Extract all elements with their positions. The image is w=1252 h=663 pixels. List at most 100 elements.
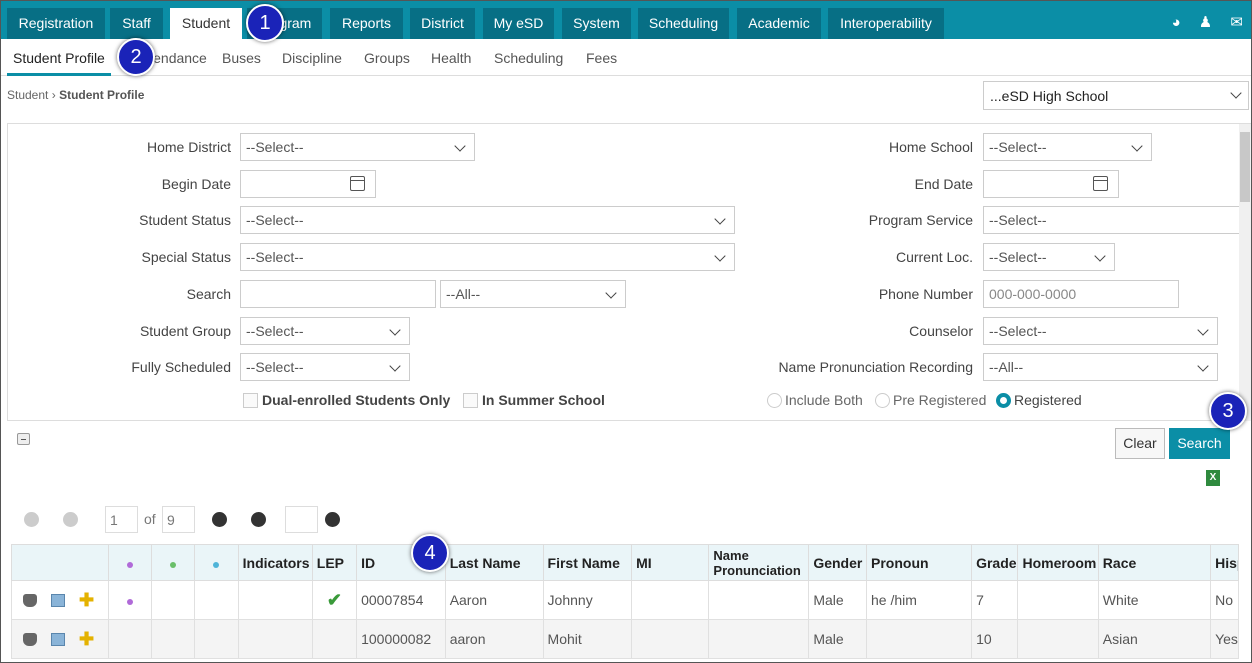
dual-enrolled-checkbox[interactable]: Dual-enrolled Students Only (243, 392, 450, 408)
column-header-race[interactable]: Race (1097, 544, 1212, 581)
add-icon[interactable]: ✚ (79, 629, 94, 650)
tab-system[interactable]: System (562, 8, 631, 39)
collapse-panel-icon[interactable] (17, 433, 30, 445)
radio-circle[interactable] (767, 393, 782, 408)
tab-registration[interactable]: Registration (7, 8, 105, 39)
cell-race: Asian (1097, 619, 1212, 659)
last-page-icon[interactable] (251, 512, 266, 527)
radio-circle[interactable] (875, 393, 890, 408)
page-number-input[interactable]: 1 (105, 506, 138, 533)
search-scope-value: --All-- (446, 286, 481, 302)
name-pronunciation-select[interactable]: --All-- (983, 353, 1218, 381)
callout-3: 3 (1209, 392, 1247, 430)
table-row[interactable]: ✚ 100000082 aaron Mohit Male 10 Asian Ye… (11, 619, 1239, 659)
column-header-last-name[interactable]: Last Name (444, 544, 544, 581)
radio-circle-selected[interactable] (996, 393, 1011, 408)
dual-enrolled-label: Dual-enrolled Students Only (262, 392, 451, 408)
student-group-value: --Select-- (246, 323, 304, 339)
fully-scheduled-select[interactable]: --Select-- (240, 353, 410, 381)
phone-number-input[interactable]: 000-000-0000 (983, 280, 1179, 308)
page-size-input[interactable] (285, 506, 318, 533)
go-page-icon[interactable] (325, 512, 340, 527)
column-header-dot-2[interactable] (151, 544, 196, 581)
subtab-scheduling[interactable]: Scheduling (494, 50, 563, 66)
radio-registered[interactable]: Registered (996, 392, 1082, 408)
clear-button[interactable]: Clear (1115, 428, 1165, 459)
radio-pre-registered[interactable]: Pre Registered (875, 392, 986, 408)
home-school-value: --Select-- (989, 139, 1047, 155)
tab-interoperability[interactable]: Interoperability (828, 8, 944, 39)
column-header-gender[interactable]: Gender (808, 544, 868, 581)
end-date-field[interactable] (983, 170, 1119, 198)
next-page-icon[interactable] (212, 512, 227, 527)
special-status-select[interactable]: --Select-- (240, 243, 735, 271)
counselor-select[interactable]: --Select-- (983, 317, 1218, 345)
column-header-mi[interactable]: MI (631, 544, 710, 581)
column-header-hispanic[interactable]: Hisp (1210, 544, 1239, 581)
dashboard-icon[interactable]: ◕ (1172, 14, 1181, 31)
current-loc-select[interactable]: --Select-- (983, 243, 1115, 271)
excel-export-icon[interactable]: X (1206, 470, 1220, 486)
student-results-table: Indicators LEP ID Last Name First Name M… (11, 544, 1239, 659)
subtab-health[interactable]: Health (431, 50, 471, 66)
calendar-schedule-icon[interactable] (51, 593, 65, 607)
previous-page-icon[interactable] (63, 512, 78, 527)
checkbox-box[interactable] (463, 393, 478, 408)
column-header-indicators[interactable]: Indicators (237, 544, 313, 581)
column-header-actions (11, 544, 109, 581)
column-header-grade[interactable]: Grade (971, 544, 1019, 581)
table-row[interactable]: ✚ ✔ 00007854 Aaron Johnny Male he /him 7… (11, 580, 1239, 620)
search-button[interactable]: Search (1169, 428, 1230, 459)
search-scope-select[interactable]: --All-- (440, 280, 626, 308)
subtab-buses[interactable]: Buses (222, 50, 261, 66)
calendar-icon[interactable] (350, 176, 365, 191)
calendar-schedule-icon[interactable] (51, 632, 65, 646)
cell-gender: Male (808, 619, 868, 659)
tab-staff[interactable]: Staff (110, 8, 163, 39)
chevron-down-icon (1197, 360, 1209, 372)
school-select[interactable]: ...eSD High School (983, 81, 1249, 110)
calendar-icon[interactable] (1093, 176, 1108, 191)
subtab-student-profile[interactable]: Student Profile (7, 43, 111, 76)
cell-pronoun (866, 619, 973, 659)
student-group-select[interactable]: --Select-- (240, 317, 410, 345)
add-icon[interactable]: ✚ (79, 590, 94, 611)
tab-reports[interactable]: Reports (330, 8, 403, 39)
column-header-dot-3[interactable] (194, 544, 239, 581)
column-header-homeroom[interactable]: Homeroom (1017, 544, 1099, 581)
radio-include-both[interactable]: Include Both (767, 392, 863, 408)
checkbox-box[interactable] (243, 393, 258, 408)
column-header-first-name[interactable]: First Name (542, 544, 633, 581)
view-student-icon[interactable] (23, 593, 37, 607)
summer-school-checkbox[interactable]: In Summer School (463, 392, 605, 408)
subtab-discipline[interactable]: Discipline (282, 50, 342, 66)
column-header-pronoun[interactable]: Pronoun (866, 544, 973, 581)
column-header-dot-1[interactable] (107, 544, 153, 581)
tab-my-esd[interactable]: My eSD (483, 8, 554, 39)
home-school-select[interactable]: --Select-- (983, 133, 1152, 161)
program-service-select[interactable]: --Select-- (983, 206, 1239, 234)
home-school-label: Home School (888, 139, 973, 155)
user-icon[interactable]: ♟ (1199, 14, 1212, 31)
tab-district[interactable]: District (410, 8, 475, 39)
home-district-select[interactable]: --Select-- (240, 133, 475, 161)
subtab-fees[interactable]: Fees (586, 50, 617, 66)
tab-academic[interactable]: Academic (737, 8, 821, 39)
breadcrumb-parent[interactable]: Student (7, 88, 48, 102)
column-header-lep[interactable]: LEP (311, 544, 358, 581)
breadcrumb-separator-icon: › (51, 88, 60, 102)
view-student-icon[interactable] (23, 632, 37, 646)
cell-grade: 7 (971, 580, 1019, 620)
subtab-groups[interactable]: Groups (364, 50, 410, 66)
begin-date-field[interactable] (240, 170, 376, 198)
tab-scheduling[interactable]: Scheduling (638, 8, 729, 39)
search-input[interactable] (240, 280, 436, 308)
column-header-name-pronunciation[interactable]: Name Pronunciation (708, 544, 810, 581)
sub-navigation: Student Profile Attendance Buses Discipl… (1, 39, 1251, 76)
panel-scrollbar[interactable] (1239, 124, 1251, 421)
scrollbar-thumb[interactable] (1240, 132, 1250, 202)
student-status-select[interactable]: --Select-- (240, 206, 735, 234)
mail-icon[interactable]: ✉ (1230, 14, 1243, 31)
first-page-icon[interactable] (24, 512, 39, 527)
tab-student[interactable]: Student (170, 8, 242, 39)
